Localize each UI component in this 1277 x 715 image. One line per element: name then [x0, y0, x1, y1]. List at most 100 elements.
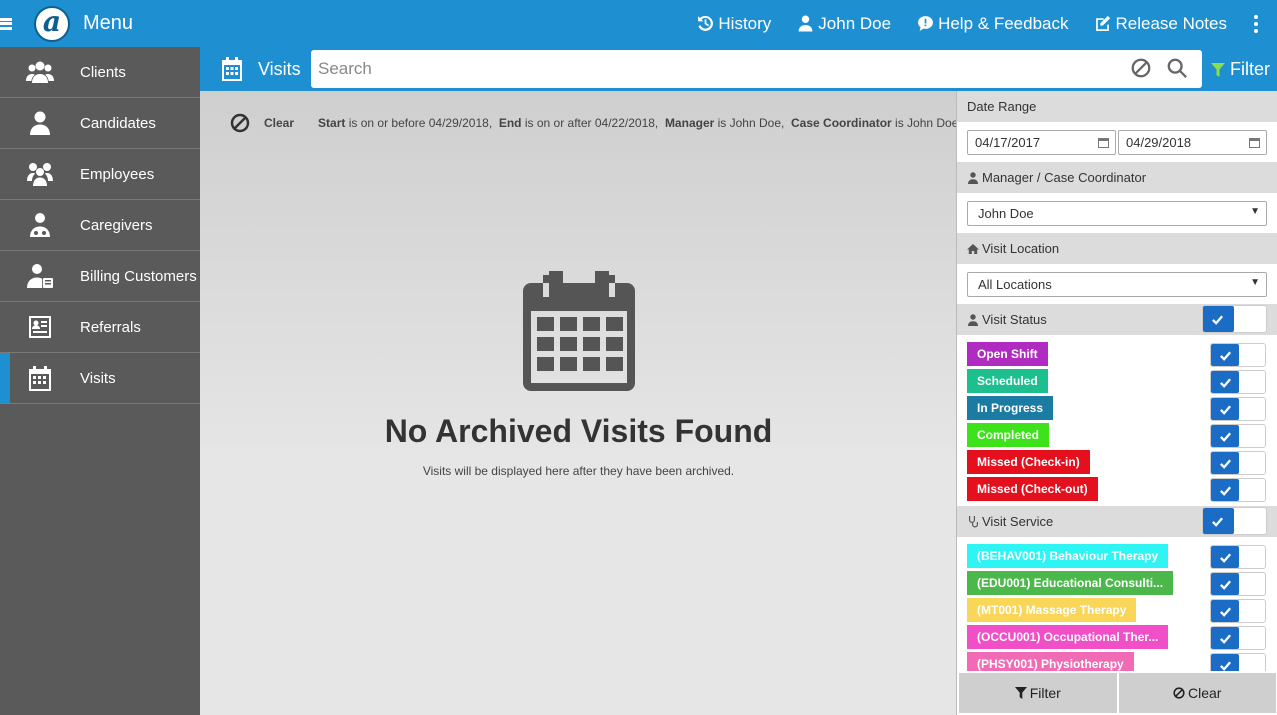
search-input[interactable] — [311, 50, 1130, 88]
visit-service-toggle[interactable] — [1210, 545, 1266, 569]
visit-status-badge: In Progress — [967, 396, 1054, 420]
calendar-icon — [1098, 138, 1109, 148]
page-header: Visits Filter — [200, 47, 1277, 91]
search-icon[interactable] — [1166, 57, 1190, 81]
top-bar: a Menu History John Doe Help & Feedback … — [0, 0, 1277, 47]
calendar-icon — [25, 364, 55, 392]
visit-status-badge: Completed — [967, 423, 1050, 447]
start-date-input[interactable]: 04/17/2017 — [967, 130, 1116, 155]
clear-filters-label: Clear — [264, 116, 295, 130]
end-date-input[interactable]: 04/29/2018 — [1118, 130, 1267, 155]
sidebar-item-employees[interactable]: Employees — [0, 149, 200, 200]
visit-service-item: (BEHAV001) Behaviour Therapy — [957, 543, 1277, 570]
visit-service-badge: (EDU001) Educational Consulti... — [967, 571, 1174, 595]
app-root: a Menu History John Doe Help & Feedback … — [0, 0, 1277, 715]
sidebar-item-label: Visits — [80, 369, 116, 387]
check-icon — [1219, 431, 1231, 442]
visit-service-all-toggle[interactable] — [1202, 507, 1267, 535]
check-icon — [1219, 660, 1231, 671]
user-icon — [25, 109, 55, 137]
sidebar-item-clients[interactable]: Clients — [0, 47, 200, 98]
sidebar-item-label: Candidates — [80, 114, 156, 132]
caregiver-icon — [25, 211, 55, 239]
check-icon — [1219, 458, 1231, 469]
empty-state-subtitle: Visits will be displayed here after they… — [422, 464, 735, 478]
sidebar-item-candidates[interactable]: Candidates — [0, 98, 200, 149]
sidebar-item-label: Caregivers — [80, 216, 153, 234]
release-notes-link[interactable]: Release Notes — [1094, 14, 1227, 34]
manager-row: John Doe ▼ — [957, 193, 1277, 233]
visit-status-toggle[interactable] — [1210, 451, 1266, 475]
filter-criterion-manager: Manager is John Doe, — [664, 116, 785, 130]
filter-criterion-end: End is on or after 04/22/2018, — [498, 116, 659, 130]
visit-status-badge: Scheduled — [967, 369, 1048, 393]
visit-status-item: Missed (Check-in) — [957, 449, 1277, 476]
visit-location-value: All Locations — [978, 277, 1052, 292]
sidebar-item-visits[interactable]: Visits — [0, 353, 200, 404]
visit-status-badge: Missed (Check-out) — [967, 477, 1098, 501]
caret-down-icon: ▼ — [1250, 206, 1260, 217]
visit-status-item: In Progress — [957, 395, 1277, 422]
filter-icon — [1211, 62, 1225, 77]
user-link[interactable]: John Doe — [797, 14, 891, 34]
users-icon — [25, 58, 55, 86]
help-feedback-link[interactable]: Help & Feedback — [917, 14, 1068, 34]
empty-state-title: No Archived Visits Found — [384, 413, 773, 449]
search-box — [311, 50, 1202, 88]
sidebar-item-billing-customers[interactable]: Billing Customers — [0, 251, 200, 302]
sidebar-item-caregivers[interactable]: Caregivers — [0, 200, 200, 251]
visit-status-badge: Open Shift — [967, 342, 1048, 366]
visit-status-list: Open Shift Scheduled In Progress Completed M… — [957, 335, 1277, 503]
visit-status-toggle[interactable] — [1210, 370, 1266, 394]
visit-status-toggle[interactable] — [1210, 397, 1266, 421]
visit-status-toggle[interactable] — [1210, 424, 1266, 448]
visit-location-label: Visit Location — [982, 241, 1060, 256]
user-doctor-icon — [968, 171, 978, 184]
manager-header: Manager / Case Coordinator — [957, 162, 1277, 193]
history-link[interactable]: History — [697, 14, 771, 34]
filter-icon — [1014, 687, 1027, 699]
date-range-label: Date Range — [967, 99, 1037, 114]
date-range-header: Date Range — [957, 91, 1277, 122]
start-date-value: 04/17/2017 — [975, 135, 1041, 150]
clear-search-icon[interactable] — [1130, 57, 1154, 81]
hamburger-menu-icon[interactable] — [0, 17, 14, 31]
visit-status-toggle[interactable] — [1210, 343, 1266, 367]
page-title: Visits — [258, 58, 301, 79]
visit-location-select[interactable]: All Locations ▼ — [967, 272, 1267, 297]
sidebar-item-label: Clients — [80, 63, 126, 81]
menu-label[interactable]: Menu — [83, 12, 133, 35]
visit-service-header: Visit Service — [957, 506, 1277, 537]
sidebar-item-referrals[interactable]: Referrals — [0, 302, 200, 353]
logo-letter: a — [42, 4, 62, 38]
clear-filter-button[interactable]: Clear — [1118, 673, 1276, 713]
check-icon — [1211, 314, 1223, 325]
visit-service-toggle[interactable] — [1210, 626, 1266, 650]
check-icon — [1211, 516, 1223, 527]
edit-icon — [1096, 15, 1111, 31]
visit-status-item: Scheduled — [957, 368, 1277, 395]
more-options-icon[interactable] — [1253, 14, 1259, 33]
visit-service-badge: (OCCU001) Occupational Ther... — [967, 625, 1169, 649]
visit-service-toggle[interactable] — [1210, 572, 1266, 596]
check-icon — [1219, 350, 1231, 361]
visit-service-label: Visit Service — [982, 514, 1054, 529]
referrals-icon — [25, 313, 55, 341]
apply-filter-button[interactable]: Filter — [959, 673, 1117, 713]
check-icon — [1219, 404, 1231, 415]
user-name: John Doe — [818, 13, 892, 33]
history-label: History — [718, 13, 772, 33]
filter-panel-footer: Filter Clear — [957, 671, 1277, 715]
calendar-icon — [522, 271, 635, 391]
visit-status-all-toggle[interactable] — [1202, 305, 1267, 333]
app-logo[interactable]: a — [34, 4, 70, 42]
visit-service-badge: (MT001) Massage Therapy — [967, 598, 1137, 622]
visit-service-toggle[interactable] — [1210, 599, 1266, 623]
release-notes-label: Release Notes — [1115, 13, 1227, 33]
sidebar: Clients Candidates Employees Caregivers … — [0, 47, 200, 715]
filter-toggle-button[interactable]: Filter — [1211, 59, 1270, 80]
visit-status-toggle[interactable] — [1210, 478, 1266, 502]
history-icon — [698, 16, 714, 31]
manager-select[interactable]: John Doe ▼ — [967, 201, 1267, 226]
clear-filters-button[interactable]: Clear — [230, 113, 294, 133]
